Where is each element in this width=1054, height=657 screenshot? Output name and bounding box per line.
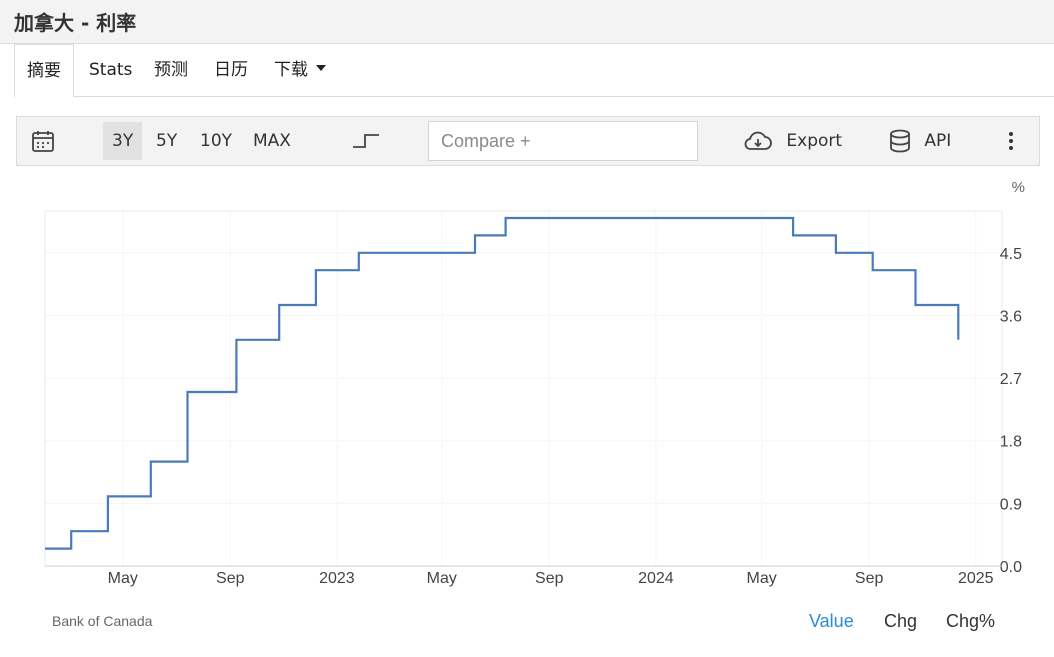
y-tick-label: 0.9 xyxy=(1000,496,1022,513)
tab-value[interactable]: Value xyxy=(809,611,854,632)
y-tick-label: 4.5 xyxy=(1000,246,1022,263)
y-tick-label: 0.0 xyxy=(1000,559,1022,576)
tab-change[interactable]: Chg xyxy=(884,611,917,632)
x-tick-label: 2024 xyxy=(638,570,674,587)
interest-rate-chart: 0.0 0.9 1.8 2.7 3.6 4.5 May Sep 2023 May Sep 2024 Ma… xyxy=(44,179,1025,587)
tab-change-percent[interactable]: Chg% xyxy=(946,611,995,632)
chart-axes: 0.0 0.9 1.8 2.7 3.6 4.5 May Sep 2023 May Sep 2024 Ma… xyxy=(45,246,1022,587)
x-tick-label: Sep xyxy=(535,570,564,587)
x-tick-label: May xyxy=(747,570,777,587)
x-tick-label: May xyxy=(427,570,457,587)
x-tick-label: 2025 xyxy=(958,570,994,587)
x-tick-label: May xyxy=(108,570,138,587)
chart-grid xyxy=(44,210,1003,566)
y-tick-label: 2.7 xyxy=(1000,371,1022,388)
rate-step-line xyxy=(45,216,960,550)
x-tick-label: 2023 xyxy=(319,570,355,587)
chart-source: Bank of Canada xyxy=(52,613,153,629)
x-tick-label: Sep xyxy=(855,570,884,587)
y-unit-label: % xyxy=(1012,179,1025,196)
y-tick-label: 3.6 xyxy=(1000,308,1022,325)
x-tick-label: Sep xyxy=(216,570,245,587)
chart-series xyxy=(45,216,960,550)
y-tick-label: 1.8 xyxy=(1000,434,1022,451)
